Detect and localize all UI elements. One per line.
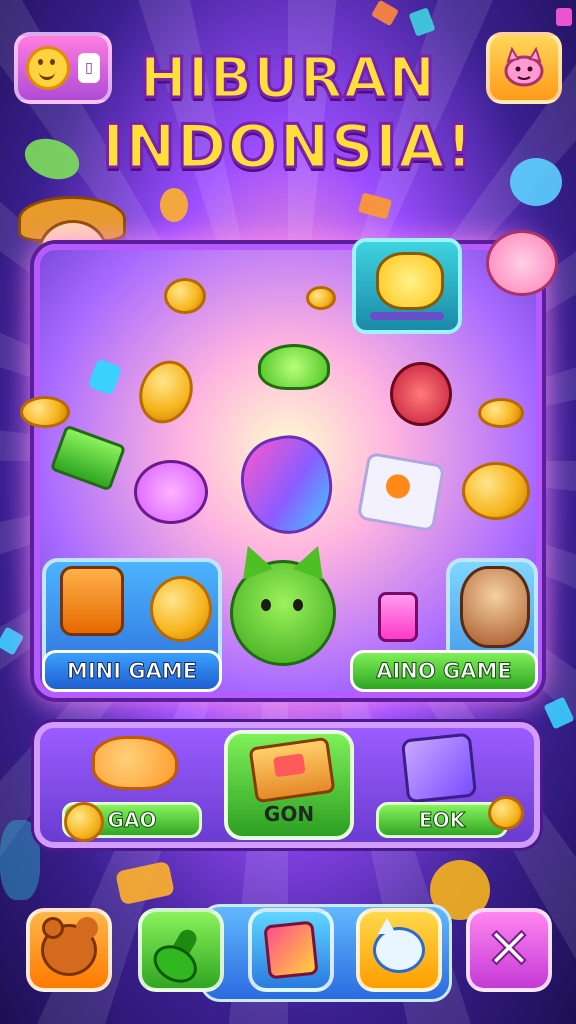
slime-icon xyxy=(258,344,330,390)
confetti xyxy=(115,860,175,906)
coin-icon xyxy=(488,796,524,830)
coin-icon xyxy=(462,462,530,520)
pink-letter-icon xyxy=(378,592,418,642)
heart-card-icon xyxy=(263,920,319,980)
confetti xyxy=(556,8,572,26)
coin-icon xyxy=(150,576,212,642)
pink-cat-icon xyxy=(134,460,208,524)
squirrel-character xyxy=(460,566,530,648)
confetti xyxy=(160,188,188,222)
nav-guitar-button[interactable] xyxy=(138,908,224,992)
confetti xyxy=(357,192,393,220)
eok-label: EOK xyxy=(418,808,466,833)
card-icon xyxy=(356,451,446,533)
close-button[interactable]: ✕ xyxy=(466,908,552,992)
cube-icon xyxy=(400,732,478,804)
gao-label: GAO xyxy=(107,808,157,833)
robot-character xyxy=(60,566,124,636)
coin-icon xyxy=(20,396,70,428)
gon-label: GON xyxy=(263,802,315,826)
close-icon: ✕ xyxy=(485,917,534,982)
nav-cat-button[interactable] xyxy=(356,908,442,992)
title-line-2: INDONSIA! xyxy=(101,111,475,184)
dog-icon xyxy=(92,736,178,790)
confetti xyxy=(408,7,436,37)
mini-game-button[interactable]: MINI GAME xyxy=(42,650,222,692)
bag-icon xyxy=(390,362,452,426)
coin-icon xyxy=(64,802,104,842)
confetti xyxy=(543,696,575,730)
cat-face-icon xyxy=(373,918,425,973)
nav-card-button[interactable] xyxy=(248,908,334,992)
bear-icon xyxy=(41,917,97,976)
coin-icon xyxy=(306,286,336,310)
book-icon xyxy=(248,736,336,804)
guitar-icon xyxy=(162,926,200,974)
confetti xyxy=(0,626,25,656)
coin-icon xyxy=(164,278,206,314)
yellow-pet-icon xyxy=(376,252,444,310)
title-line-1: HIBURAN xyxy=(138,45,437,113)
confetti xyxy=(370,0,400,27)
nav-bear-button[interactable] xyxy=(26,908,112,992)
pink-pet-icon xyxy=(486,230,558,296)
green-cat-character xyxy=(230,560,336,666)
coin-icon xyxy=(478,398,524,428)
aino-game-button[interactable]: AINO GAME xyxy=(350,650,538,692)
